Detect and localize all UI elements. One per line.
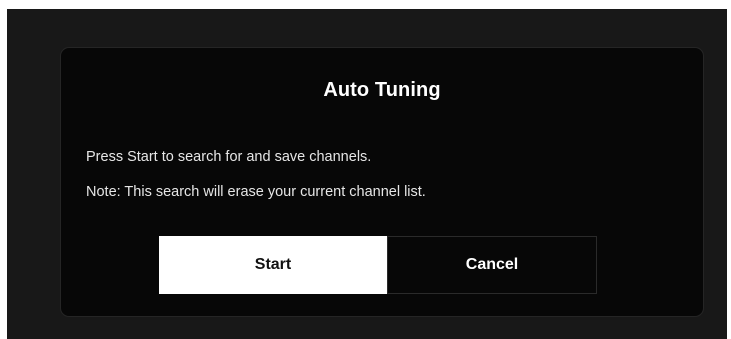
dialog-title: Auto Tuning (323, 79, 441, 101)
tv-screen: Auto Tuning Press Start to search for an… (7, 9, 727, 339)
dialog-message-line2: Note: This search will erase your curren… (86, 184, 426, 200)
start-button-label: Start (254, 256, 292, 273)
dialog-message-line1: Press Start to search for and save chann… (86, 149, 372, 165)
cancel-button-label: Cancel (465, 256, 519, 273)
cancel-button[interactable]: Cancel (387, 236, 597, 294)
auto-tuning-dialog: Auto Tuning Press Start to search for an… (60, 47, 704, 317)
start-button[interactable]: Start (159, 236, 387, 294)
